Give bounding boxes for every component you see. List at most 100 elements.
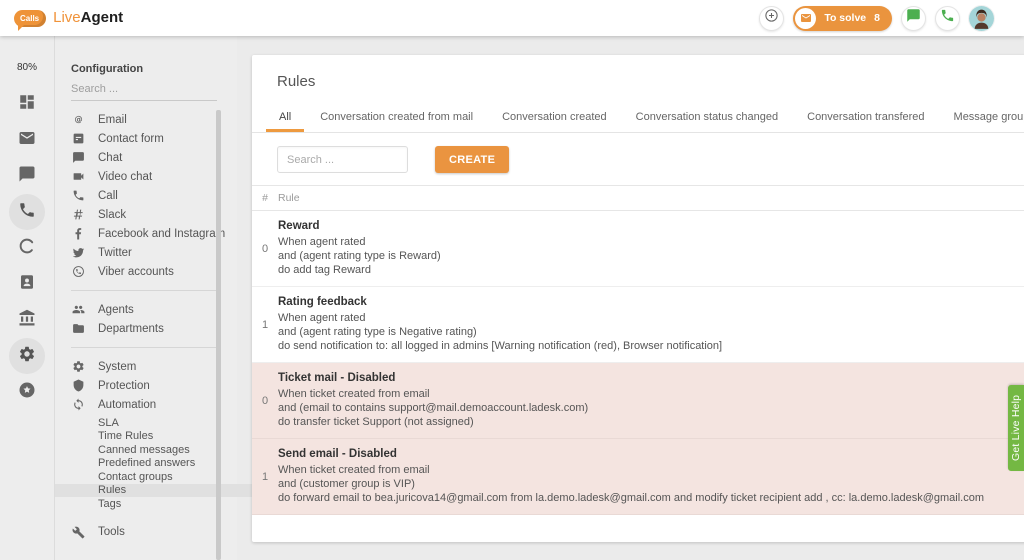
table-row[interactable]: 1 Rating feedback When agent ratedand (a…: [252, 287, 1024, 363]
sidebar-item[interactable]: System: [71, 357, 237, 376]
sidebar-item[interactable]: Call: [71, 186, 237, 205]
slack-icon: [71, 208, 85, 222]
chat-icon: [906, 8, 921, 28]
table-row[interactable]: 0 Ticket mail - Disabled When ticket cre…: [252, 363, 1024, 439]
agents-icon: [71, 303, 85, 317]
sidebar-subitem-label: Contact groups: [98, 471, 173, 483]
tab[interactable]: Conversation created: [500, 111, 609, 132]
tab[interactable]: All: [277, 111, 293, 132]
sidebar-subitem-label: Rules: [98, 484, 126, 496]
bank-icon: [18, 309, 36, 332]
sidebar-item-label: Video chat: [98, 171, 152, 183]
sidebar-item[interactable]: Slack: [71, 205, 237, 224]
dashboard-icon: [18, 93, 36, 116]
sidebar-scrollbar[interactable]: [216, 110, 221, 560]
page-title: Rules: [277, 73, 315, 90]
sidebar-item-tools[interactable]: Tools: [71, 523, 237, 542]
main-area: Rules All Conversation cr: [237, 36, 1024, 560]
rule-line: and (agent rating type is Reward): [278, 249, 1024, 263]
twitter-icon: [71, 246, 85, 260]
get-live-help-tab[interactable]: Get Live Help: [1008, 385, 1024, 471]
table-row[interactable]: 1 Send email - Disabled When ticket crea…: [252, 439, 1024, 515]
sidebar-item[interactable]: Twitter: [71, 243, 237, 262]
rules-search-input[interactable]: [277, 146, 408, 173]
sidebar-item-label: Twitter: [98, 247, 132, 259]
rail-item[interactable]: [9, 122, 45, 158]
rule-line: When ticket created from email: [278, 387, 1024, 401]
rule-line: and (email to contains support@mail.demo…: [278, 401, 1024, 415]
mail-icon: [18, 129, 36, 152]
sidebar-search-input[interactable]: [71, 75, 217, 101]
sidebar-item[interactable]: Facebook and Instagram: [71, 224, 237, 243]
sidebar-subitem[interactable]: Rules: [55, 484, 253, 498]
create-button[interactable]: CREATE: [435, 146, 509, 173]
rules-tabs: All Conversation created from mail Conve…: [252, 103, 1024, 133]
rule-line: and (agent rating type is Negative ratin…: [278, 325, 1024, 339]
rail-item[interactable]: [9, 230, 45, 266]
sidebar-item-label: Tools: [98, 526, 125, 538]
rail-item[interactable]: [9, 266, 45, 302]
sidebar-item[interactable]: Agents: [71, 300, 237, 319]
rail-item[interactable]: [9, 158, 45, 194]
tab-label: Conversation status changed: [636, 111, 778, 123]
sidebar-item-label: Chat: [98, 152, 122, 164]
sidebar-title: Configuration: [71, 63, 237, 75]
chat-icon: [18, 165, 36, 188]
sidebar-item-label: Protection: [98, 380, 150, 392]
sidebar-item[interactable]: Video chat: [71, 167, 237, 186]
sidebar-item[interactable]: @ Email: [71, 110, 237, 129]
sidebar-item-label: System: [98, 361, 136, 373]
sidebar-item[interactable]: Viber accounts: [71, 262, 237, 281]
sidebar-item[interactable]: Departments: [71, 319, 237, 338]
topbar: Calls LiveAgent To solve 8: [0, 0, 1024, 36]
rail-item[interactable]: [9, 86, 45, 122]
sidebar-item[interactable]: Chat: [71, 148, 237, 167]
calls-button[interactable]: [935, 6, 960, 31]
tab[interactable]: Message group added: [952, 111, 1024, 132]
rail-item[interactable]: [9, 374, 45, 410]
table-row[interactable]: 0 Reward When agent ratedand (agent rati…: [252, 211, 1024, 287]
rail-item[interactable]: [9, 194, 45, 230]
mail-icon: [795, 8, 816, 29]
sidebar-item[interactable]: Protection: [71, 376, 237, 395]
sidebar-item[interactable]: Automation: [71, 395, 237, 414]
sidebar-item-label: Agents: [98, 304, 134, 316]
rule-order: 1: [260, 471, 270, 483]
star-icon: [18, 381, 36, 404]
contact-form-icon: [71, 132, 85, 146]
sidebar-subitem-label: Canned messages: [98, 444, 190, 456]
sidebar-item-label: Call: [98, 190, 118, 202]
sidebar-item-label: Slack: [98, 209, 126, 221]
rule-title: Ticket mail - Disabled: [278, 372, 1024, 384]
rail-item[interactable]: [9, 338, 45, 374]
sidebar-subitem-label: Time Rules: [98, 430, 153, 442]
tab[interactable]: Conversation transfered: [805, 111, 926, 132]
to-solve-button[interactable]: To solve 8: [793, 6, 892, 31]
call-icon: [71, 189, 85, 203]
chats-button[interactable]: [901, 6, 926, 31]
gear-icon: [71, 360, 85, 374]
sidebar-item-label: Contact form: [98, 133, 164, 145]
rule-line: When ticket created from email: [278, 463, 1024, 477]
tab[interactable]: Conversation created from mail: [318, 111, 475, 132]
call-icon: [18, 201, 36, 224]
brand-agent: Agent: [81, 9, 124, 26]
to-solve-count: 8: [874, 12, 880, 24]
add-button[interactable]: [759, 6, 784, 31]
icon-rail: 80%: [0, 36, 55, 560]
rule-line: do send notification to: all logged in a…: [278, 339, 1024, 353]
user-avatar[interactable]: [969, 6, 994, 31]
sidebar-subitem-label: Predefined answers: [98, 457, 195, 469]
sidebar-item[interactable]: Contact form: [71, 129, 237, 148]
rule-line: do transfer ticket Support (not assigned…: [278, 415, 1024, 429]
sidebar-item-label: Viber accounts: [98, 266, 174, 278]
sidebar-item-label: Departments: [98, 323, 164, 335]
sidebar-item-label: Automation: [98, 399, 156, 411]
at-icon: @: [71, 113, 85, 127]
tab[interactable]: Conversation status changed: [634, 111, 780, 132]
rule-order: 0: [260, 395, 270, 407]
calls-badge: Calls: [14, 10, 46, 27]
rail-item[interactable]: [9, 302, 45, 338]
liveagent-logo: Calls LiveAgent: [14, 9, 123, 27]
divider: [71, 290, 217, 291]
